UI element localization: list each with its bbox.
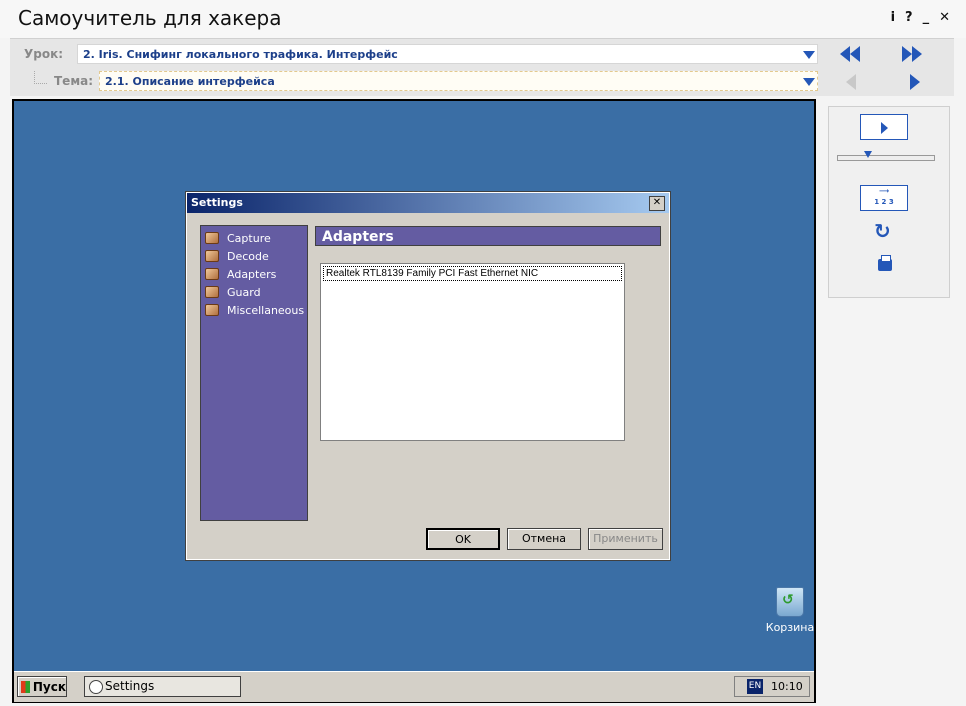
sidebar-item-label: Miscellaneous [227,303,305,317]
start-label: Пуск [32,679,66,694]
minimize-button[interactable]: _ [923,10,930,25]
box-icon [205,286,219,298]
app-title: Самоучитель для хакера [18,6,282,30]
settings-dialog: Settings ✕ Capture Decode Adapters Guard… [185,191,671,561]
box-icon [205,304,219,316]
lesson-nav-panel: Урок: 2. Iris. Снифинг локального трафик… [10,38,954,96]
cancel-button[interactable]: Отмена [507,528,581,550]
box-icon [205,268,219,280]
sidebar-item-adapters[interactable]: Adapters [205,266,276,282]
topic-select[interactable]: 2.1. Описание интерфейса [99,71,818,91]
dialog-title: Settings [187,193,669,213]
progress-thumb[interactable] [864,151,872,158]
chevron-down-icon [803,78,815,86]
double-left-arrow-icon [840,46,850,62]
chevron-down-icon [803,51,815,59]
taskbar-item-label: Settings [105,679,155,693]
recycle-bin-icon [776,587,804,617]
window-controls: i ? _ ✕ [891,10,950,25]
sidebar-item-capture[interactable]: Capture [205,230,271,246]
windows-logo-icon [21,680,30,693]
sidebar-item-label: Capture [227,231,271,245]
start-button[interactable]: Пуск [17,676,67,697]
sidebar-item-label: Decode [227,249,269,263]
progress-track[interactable] [837,155,935,161]
box-icon [205,250,219,262]
adapter-list[interactable]: Realtek RTL8139 Family PCI Fast Ethernet… [320,263,625,441]
tree-connector [34,71,47,84]
previous-topic-button[interactable] [842,72,870,92]
help-button[interactable]: ? [905,10,913,25]
system-tray: EN 10:10 [734,676,810,697]
previous-lesson-button[interactable] [836,44,864,64]
numbering-icon-text: 1 2 3 [874,198,894,206]
numbering-button[interactable]: ⟶ 1 2 3 [860,185,908,211]
sidebar-item-miscellaneous[interactable]: Miscellaneous [205,302,304,318]
lesson-select-value: 2. Iris. Снифинг локального трафика. Инт… [83,48,398,61]
list-item[interactable]: Realtek RTL8139 Family PCI Fast Ethernet… [323,266,622,281]
next-topic-button[interactable] [906,72,934,92]
clock: 10:10 [771,680,803,693]
sidebar-item-guard[interactable]: Guard [205,284,261,300]
lesson-select[interactable]: 2. Iris. Снифинг локального трафика. Инт… [77,44,818,64]
double-right-arrow-icon [902,46,912,62]
info-button[interactable]: i [891,10,895,25]
topic-label: Тема: [54,74,94,88]
print-icon[interactable] [878,255,892,271]
section-heading: Adapters [315,226,661,246]
sidebar-item-label: Adapters [227,267,277,281]
topic-select-value: 2.1. Описание интерфейса [105,75,275,88]
ok-button[interactable]: OK [426,528,500,550]
sidebar-item-label: Guard [227,285,261,299]
left-arrow-icon [846,74,856,90]
close-button[interactable]: ✕ [939,10,950,25]
sidebar-item-decode[interactable]: Decode [205,248,269,264]
taskbar-item-settings[interactable]: Settings [84,676,241,697]
video-screen: Settings ✕ Capture Decode Adapters Guard… [12,99,816,703]
recycle-bin-label: Корзина [765,621,815,634]
dialog-close-icon[interactable]: ✕ [649,196,665,211]
lesson-label: Урок: [24,47,64,61]
box-icon [205,232,219,244]
right-arrow-icon [910,74,920,90]
taskbar: Пуск Settings EN 10:10 [14,671,814,702]
settings-window-icon [89,680,103,694]
player-panel: ⟶ 1 2 3 ↻ [828,106,950,298]
recycle-bin[interactable]: Корзина [750,587,830,634]
arrow-right-icon: ⟶ [878,187,890,195]
play-button[interactable] [860,114,908,140]
refresh-icon[interactable]: ↻ [874,219,891,243]
settings-sidebar: Capture Decode Adapters Guard Miscellane… [200,225,308,521]
apply-button[interactable]: Применить [588,528,663,550]
language-indicator[interactable]: EN [747,679,763,694]
app-titlebar: Самоучитель для хакера i ? _ ✕ [0,0,966,38]
next-lesson-button[interactable] [898,44,926,64]
